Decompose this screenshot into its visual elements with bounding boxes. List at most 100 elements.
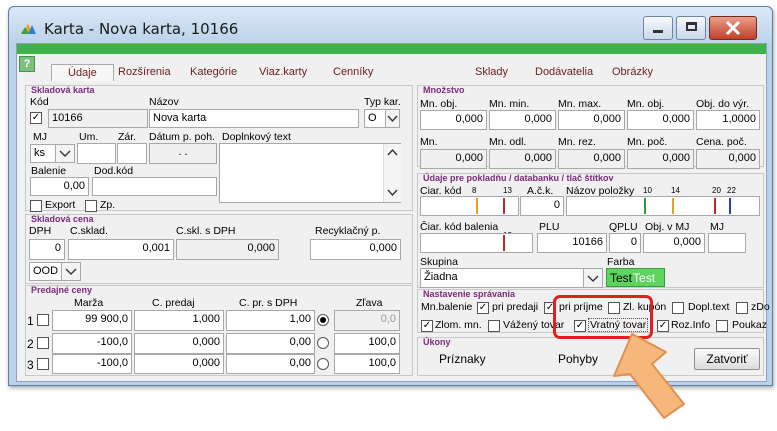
tab-kategorie[interactable]: Kategórie [190,66,237,78]
dodkod-field[interactable] [92,177,217,196]
tab-udaje[interactable]: Údaje [51,64,114,81]
priznaky-button[interactable]: Príznaky [439,352,486,366]
dopl-text-checkbox[interactable] [672,302,684,314]
cprdph-field[interactable]: 0,00 [226,333,315,354]
doplnkovy-textarea[interactable] [219,143,401,203]
zar-label: Zár. [118,131,137,143]
mn-field[interactable]: 0,000 [420,149,487,169]
row-checkbox[interactable] [37,314,49,326]
pri-predaji-checkbox[interactable]: ✓ [477,302,489,314]
csklad-field[interactable]: 0,001 [68,239,174,260]
cpredaj-field[interactable]: 0,000 [134,354,224,374]
mn-max-field[interactable]: 0,000 [558,110,625,130]
pri-predaji-label: pri predaji [492,301,539,313]
ciar-bal-label: Čiar. kód balenia [420,221,499,233]
row-checkbox[interactable] [37,358,49,370]
cprdph-field[interactable]: 0,00 [226,354,315,374]
kod-field[interactable]: 10166 [48,109,148,128]
um-field[interactable] [77,143,116,164]
maximize-button[interactable] [676,16,706,40]
recyk-field[interactable]: 0,000 [310,239,401,260]
cpredaj-field[interactable]: 0,000 [134,333,224,354]
scrollbar[interactable] [383,144,401,202]
datum-field[interactable]: . . [149,143,217,164]
objmj-field[interactable]: 0,000 [643,233,705,253]
skupina-dropdown-button[interactable] [583,268,603,288]
pohyby-button[interactable]: Pohyby [558,352,598,366]
skladova-karta-label: Skladová karta [31,85,95,95]
zdo-label: zDo [751,301,770,313]
mn-poc-label: Mn. poč. [627,136,668,148]
vazeny-tovar-checkbox[interactable] [488,320,500,332]
mn-odl-label: Mn. odl. [489,136,527,148]
export-checkbox[interactable] [30,200,42,212]
nazov-label: Názov [149,96,179,108]
row-radio[interactable] [317,358,329,370]
scroll-down-icon [387,189,398,197]
cpredaj-field[interactable]: 1,000 [134,310,224,331]
tab-obrazky[interactable]: Obrázky [612,66,653,78]
nazov-field[interactable]: Nova karta [149,109,359,128]
typ-dropdown-button[interactable] [385,109,400,128]
zlava-field[interactable]: 100,0 [334,333,400,354]
typ-select[interactable]: O [364,109,386,128]
skupina-select[interactable]: Žiadna [420,268,584,288]
poukaz-checkbox[interactable] [716,320,728,332]
zlava-field[interactable]: 0,0 [334,310,400,331]
ciar-tick-mark [476,198,478,214]
mn-rez-field[interactable]: 0,000 [558,149,625,169]
obj-do-vyr-label: Obj. do výr. [696,98,750,110]
objmj-label: Obj. v MJ [645,221,690,233]
row-radio[interactable] [317,314,329,326]
dph-field[interactable]: 0 [29,239,65,260]
ciar-tick-mark [503,198,505,214]
marza-field[interactable]: -100,0 [52,354,132,374]
marza-field[interactable]: -100,0 [52,333,132,354]
mj-dropdown-button[interactable] [55,144,75,163]
mn-min-field[interactable]: 0,000 [489,110,556,130]
mj-select[interactable]: ks [30,144,56,163]
ack-field[interactable]: 0 [520,196,564,216]
nastavenie-label: Nastavenie správania [423,289,516,299]
mn-min-label: Mn. min. [489,98,530,110]
tab-viaz-karty[interactable]: Viaz.karty [259,66,307,78]
obj-do-vyr-field[interactable]: 1,0000 [696,110,760,130]
mn-label: Mn. [420,136,438,148]
mj-field[interactable] [708,233,746,253]
mn-balenie-label: Mn.balenie [421,301,473,313]
plu-field[interactable]: 10166 [537,233,607,253]
marza-field[interactable]: 99 900,0 [52,310,132,331]
csklsdph-field[interactable]: 0,000 [176,239,279,260]
help-button[interactable]: ? [19,56,35,72]
balenie-label: Balenie [31,165,67,177]
chevron-down-icon [59,150,71,157]
ood-select[interactable]: OOD [29,262,62,281]
tab-cenniky[interactable]: Cenníky [333,66,373,78]
row-checkbox[interactable] [37,337,49,349]
zdo-checkbox[interactable] [736,302,748,314]
farba-swatch[interactable]: TestTest [606,268,665,287]
close-button[interactable] [709,16,757,40]
zlom-mn-checkbox[interactable]: ✓ [421,320,433,332]
mn-odl-field[interactable]: 0,000 [489,149,556,169]
minimize-button[interactable] [643,16,673,40]
zar-field[interactable] [117,143,147,164]
row-number: 3 [27,358,34,372]
tab-dodavatelia[interactable]: Dodávatelia [535,66,593,78]
tab-sklady[interactable]: Sklady [475,66,508,78]
cena-poc-field[interactable]: 0,000 [696,149,760,169]
ciar-bal-field[interactable] [420,233,533,253]
kod-checkbox[interactable]: ✓ [30,112,42,124]
plu-label: PLU [539,221,560,233]
balenie-field[interactable]: 0,00 [30,177,89,196]
mn-obj2-field[interactable]: 0,000 [627,110,694,130]
mn-poc-field[interactable]: 0,000 [627,149,694,169]
zp-checkbox[interactable] [85,200,97,212]
row-radio[interactable] [317,337,329,349]
zlava-field[interactable]: 100,0 [334,354,400,374]
cprdph-field[interactable]: 1,00 [226,310,315,331]
ood-dropdown-button[interactable] [61,262,81,281]
mn-obj-field[interactable]: 0,000 [420,110,487,130]
tab-rozsirenia[interactable]: Rozšírenia [118,66,171,78]
qplu-field[interactable]: 0 [609,233,641,253]
